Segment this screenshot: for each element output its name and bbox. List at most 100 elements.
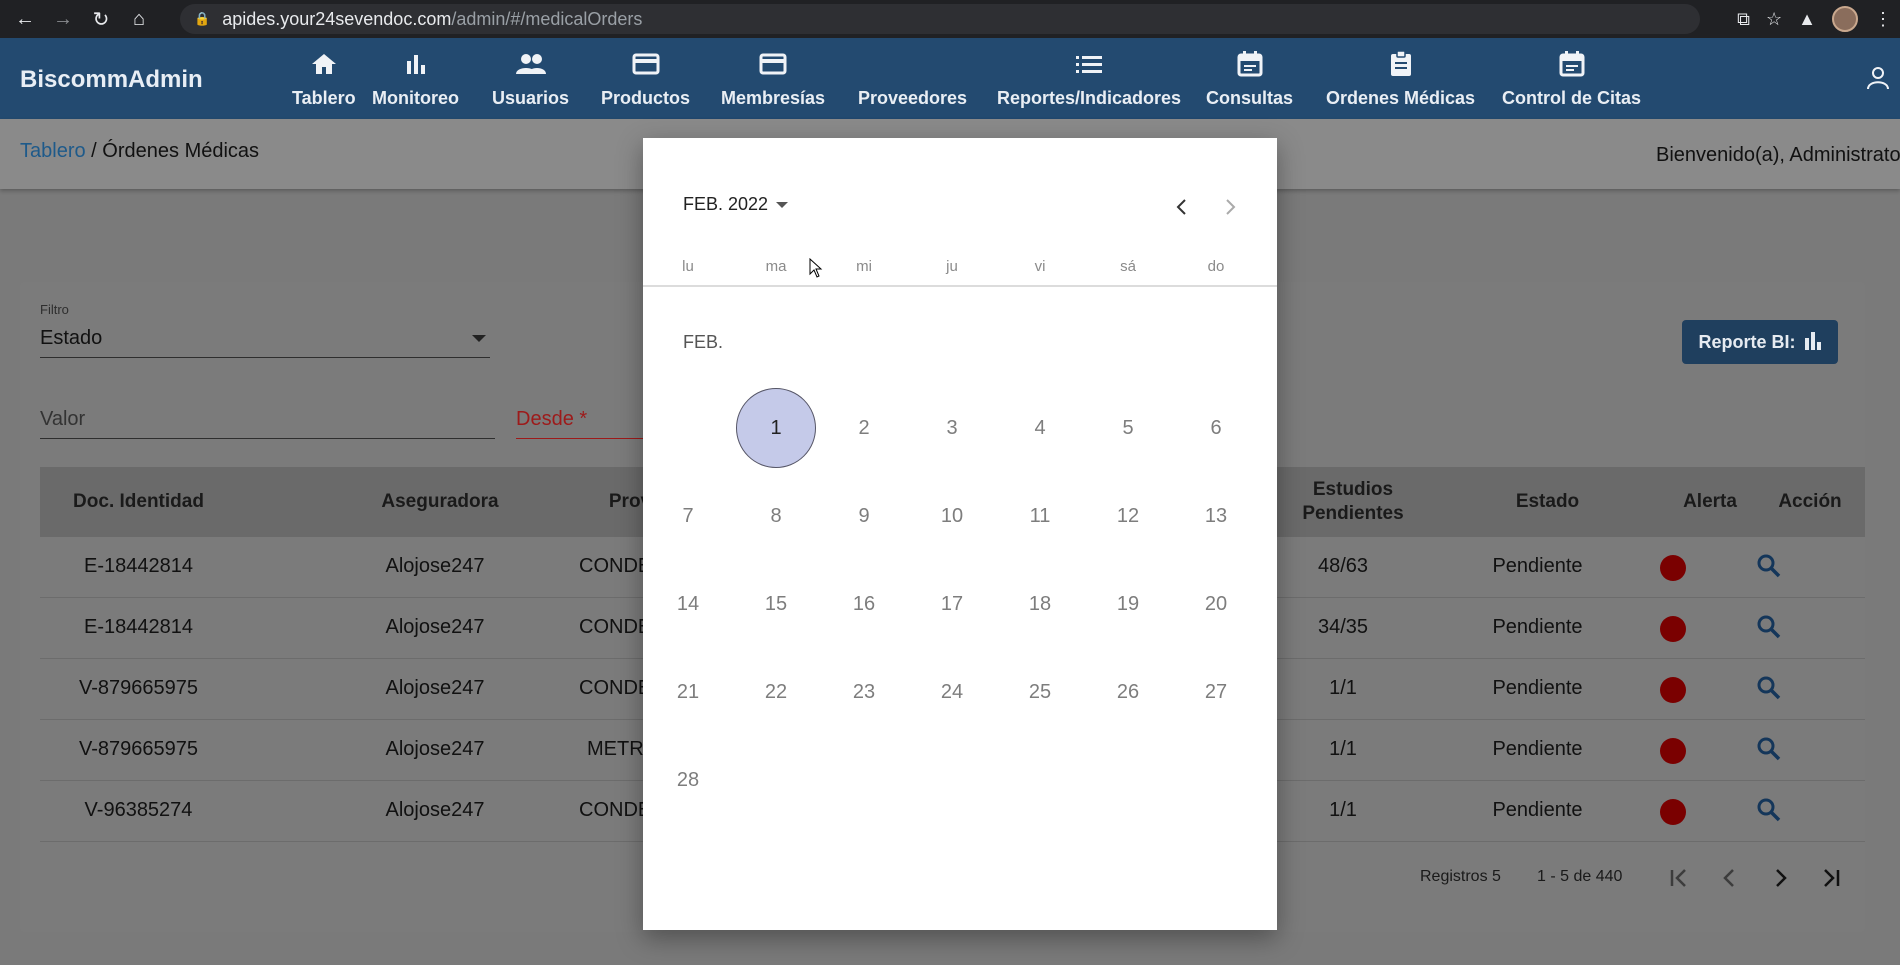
nav-label: Monitoreo xyxy=(372,88,459,108)
calendar-day[interactable]: 26 xyxy=(1088,652,1168,732)
calendar-day[interactable]: 28 xyxy=(648,740,728,820)
filter-label: Filtro xyxy=(40,302,69,317)
cell-aseguradora: Alojose247 xyxy=(385,799,485,821)
nav-item-usuarios[interactable]: Usuarios xyxy=(492,46,569,109)
calendar-day[interactable]: 16 xyxy=(824,564,904,644)
nav-item-membresias[interactable]: Membresías xyxy=(721,46,825,109)
page-size-label[interactable]: Registros 5 xyxy=(1420,868,1501,886)
calendar-day[interactable]: 12 xyxy=(1088,476,1168,556)
calendar-day[interactable]: 13 xyxy=(1176,476,1256,556)
nav-label: Reportes/Indicadores xyxy=(997,88,1182,108)
bookmark-star-icon[interactable]: ☆ xyxy=(1766,9,1782,30)
calendar-day[interactable]: 20 xyxy=(1176,564,1256,644)
cell-doc: E-18442814 xyxy=(84,555,193,577)
nav-label: Usuarios xyxy=(492,88,570,108)
calendar-day[interactable]: 23 xyxy=(824,652,904,732)
col-aseguradora[interactable]: Aseguradora xyxy=(320,491,560,513)
search-icon[interactable] xyxy=(1756,675,1782,706)
search-icon[interactable] xyxy=(1756,553,1782,584)
back-icon[interactable]: ← xyxy=(12,6,38,32)
calendar-day[interactable]: 4 xyxy=(1000,388,1080,468)
calendar-day[interactable]: 22 xyxy=(736,652,816,732)
calendar-day[interactable]: 21 xyxy=(648,652,728,732)
calendar-day[interactable]: 15 xyxy=(736,564,816,644)
cell-doc: V-879665975 xyxy=(78,738,198,760)
alert-dot xyxy=(1660,738,1686,764)
breadcrumb: Tablero / Órdenes Médicas xyxy=(20,140,259,163)
prev-month-button[interactable] xyxy=(1166,192,1196,222)
filter-select[interactable]: Estado xyxy=(40,327,102,350)
report-bi-button[interactable]: Reporte BI: xyxy=(1682,320,1838,364)
search-icon[interactable] xyxy=(1756,797,1782,828)
menu-kebab-icon[interactable]: ⋮ xyxy=(1874,9,1892,30)
nav-item-tablero[interactable]: Tablero xyxy=(292,46,356,109)
calendar-day[interactable]: 14 xyxy=(648,564,728,644)
nav-item-ordenes-medicas[interactable]: Ordenes Médicas xyxy=(1326,46,1475,109)
caret-down-icon xyxy=(776,201,789,208)
search-icon[interactable] xyxy=(1756,736,1782,767)
forward-icon[interactable]: → xyxy=(50,6,76,32)
extensions-icon[interactable]: ▲ xyxy=(1798,9,1816,30)
alert-dot xyxy=(1660,799,1686,825)
weekday-label: lu xyxy=(682,258,694,275)
share-icon[interactable]: ⧉ xyxy=(1737,9,1750,30)
calendar-day[interactable]: 5 xyxy=(1088,388,1168,468)
calendar-day[interactable]: 6 xyxy=(1176,388,1256,468)
col-accion: Acción xyxy=(1778,491,1842,512)
col-estado[interactable]: Estado xyxy=(1440,491,1655,513)
next-page-icon[interactable] xyxy=(1768,866,1792,895)
nav-label: Ordenes Médicas xyxy=(1326,88,1476,108)
col-doc-identidad[interactable]: Doc. Identidad xyxy=(40,491,237,513)
calendar-day[interactable]: 9 xyxy=(824,476,904,556)
calendar-day[interactable]: 10 xyxy=(912,476,992,556)
last-page-icon[interactable] xyxy=(1818,866,1842,895)
calendar-day[interactable]: 27 xyxy=(1176,652,1256,732)
cell-estudios: 34/35 xyxy=(1317,616,1369,638)
nav-item-proveedores[interactable]: Proveedores xyxy=(858,46,967,109)
calendar-day[interactable]: 17 xyxy=(912,564,992,644)
nav-label: Control de Citas xyxy=(1502,88,1642,108)
calendar-day[interactable]: 1 xyxy=(736,388,816,468)
calendar-day[interactable]: 19 xyxy=(1088,564,1168,644)
profile-avatar[interactable] xyxy=(1832,6,1858,32)
nav-item-control-citas[interactable]: Control de Citas xyxy=(1502,46,1641,109)
weekday-label: do xyxy=(1207,258,1225,275)
weekday-label: ju xyxy=(946,258,958,275)
calendar-day[interactable]: 3 xyxy=(912,388,992,468)
nav-label: Consultas xyxy=(1206,88,1294,108)
calendar-day[interactable]: 25 xyxy=(1000,652,1080,732)
address-bar[interactable]: 🔒 apides.your24sevendoc.com/admin/#/medi… xyxy=(180,4,1700,34)
cell-aseguradora: Alojose247 xyxy=(385,677,485,699)
calendar-day[interactable]: 8 xyxy=(736,476,816,556)
nav-item-monitoreo[interactable]: Monitoreo xyxy=(372,46,459,109)
report-bi-label: Reporte BI: xyxy=(1698,331,1796,352)
calendar-day[interactable]: 24 xyxy=(912,652,992,732)
breadcrumb-home-link[interactable]: Tablero xyxy=(20,140,86,162)
calendar-day[interactable]: 2 xyxy=(824,388,904,468)
home-browser-icon[interactable]: ⌂ xyxy=(126,6,152,32)
nav-item-productos[interactable]: Productos xyxy=(601,46,690,109)
next-month-button[interactable] xyxy=(1216,192,1246,222)
first-page-icon[interactable] xyxy=(1668,866,1692,895)
calendar-day[interactable]: 7 xyxy=(648,476,728,556)
nav-item-consultas[interactable]: Consultas xyxy=(1206,46,1293,109)
page-range-label: 1 - 5 de 440 xyxy=(1537,868,1623,885)
filter-underline xyxy=(40,357,490,358)
valor-input[interactable]: Valor xyxy=(40,408,85,431)
prev-page-icon[interactable] xyxy=(1718,866,1742,895)
weekday-label: mi xyxy=(856,258,872,275)
dropdown-arrow-icon[interactable] xyxy=(472,335,486,342)
search-icon[interactable] xyxy=(1756,614,1782,645)
calendar-day[interactable]: 18 xyxy=(1000,564,1080,644)
alert-dot xyxy=(1660,677,1686,703)
col-estudios-line1[interactable]: Estudios xyxy=(1283,479,1423,501)
account-icon[interactable] xyxy=(1866,66,1890,95)
desde-date-input[interactable]: Desde * xyxy=(516,408,587,431)
nav-label: Tablero xyxy=(292,88,356,108)
weekday-label: sá xyxy=(1120,258,1136,275)
period-selector-button[interactable]: FEB. 2022 xyxy=(683,194,789,215)
nav-item-reportes[interactable]: Reportes/Indicadores xyxy=(997,46,1181,109)
brand-title[interactable]: BiscommAdmin xyxy=(20,66,203,94)
calendar-day[interactable]: 11 xyxy=(1000,476,1080,556)
reload-icon[interactable]: ↻ xyxy=(88,6,114,32)
